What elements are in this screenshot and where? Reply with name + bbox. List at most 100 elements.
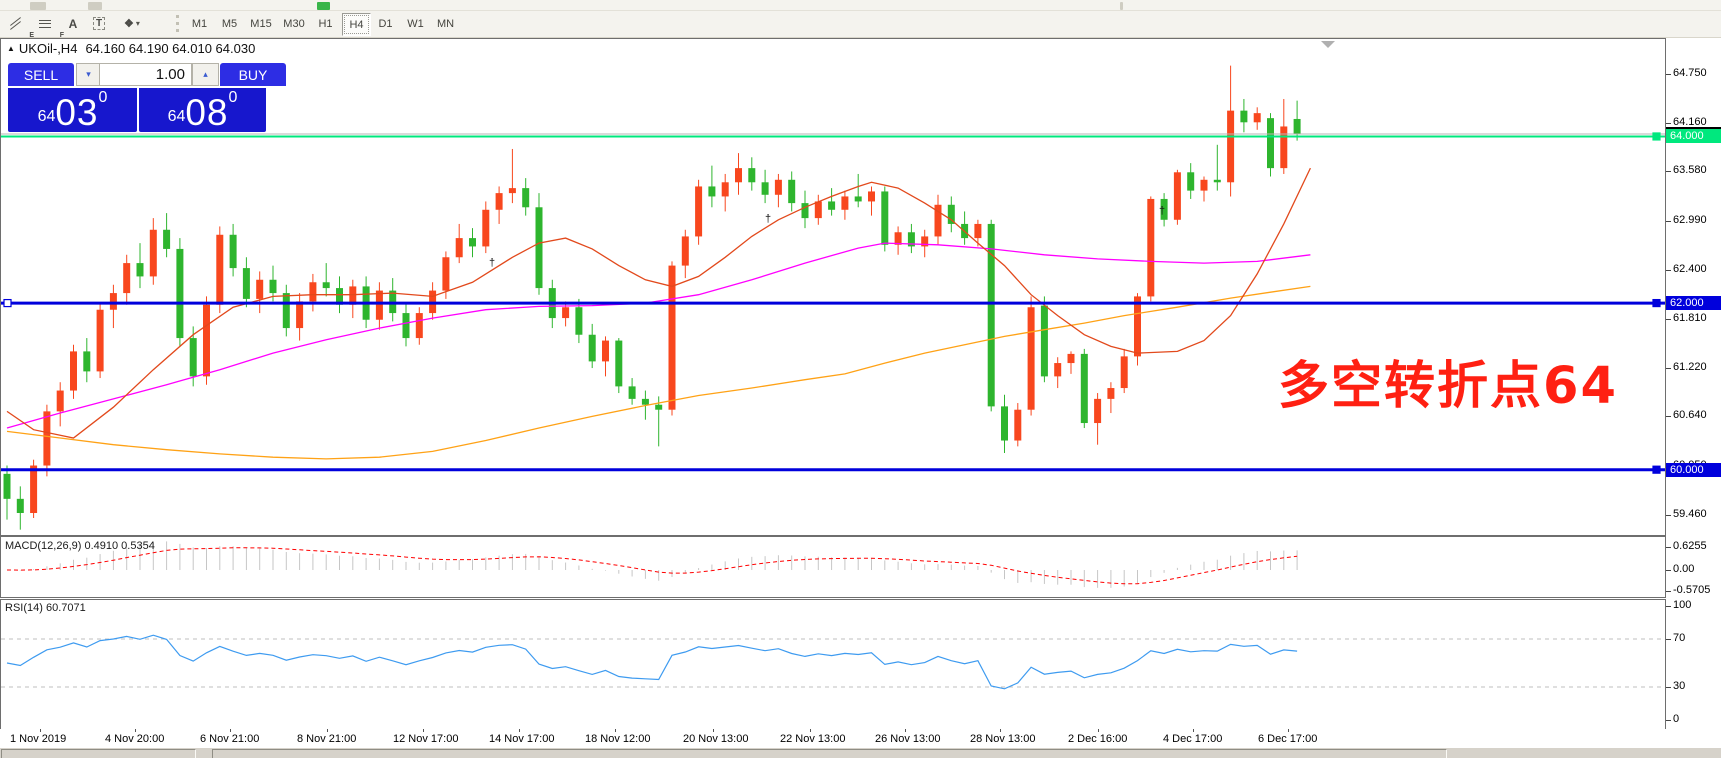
volume-down-button[interactable]: ▾ [76,63,101,86]
candle-body [149,229,157,277]
candle-body [828,201,836,210]
volume-input[interactable]: 1.00 [99,63,192,86]
candle-body [402,313,410,339]
clipped-icon-green [317,2,330,10]
candle-body [1227,110,1235,183]
candle-body [1027,307,1035,410]
collapse-triangle-icon[interactable]: ▲ [7,44,15,53]
macd-panel[interactable] [0,536,1666,598]
rsi-line [6,634,1298,690]
clipped-icon [88,2,102,10]
text-icon[interactable]: T [86,12,112,35]
time-tick-mark [1288,729,1289,732]
price-tick-mark [1666,318,1671,320]
candle-body [535,207,543,289]
candle-body [1120,356,1128,389]
candle-body [375,290,383,320]
time-tick-label: 2 Dec 16:00 [1068,733,1128,745]
hline-handle [1652,465,1661,474]
buy-price-small: 64 [167,108,186,125]
time-tick-mark [135,729,136,732]
timeframe-h4[interactable]: H4 [342,13,371,36]
candle-body [56,390,64,412]
sell-price-panel[interactable]: 64 03 0 [8,88,137,132]
equidistant-channel-icon[interactable]: E [2,12,34,39]
object-anchor-marker: † [765,213,771,225]
time-tick-mark [40,729,41,732]
volume-up-button[interactable]: ▴ [192,63,219,86]
rsi-chart [1,634,1665,690]
candle-body [801,203,809,219]
sell-button-label: SELL [23,66,59,83]
object-anchor-marker: † [1159,205,1165,217]
candle-body [588,334,596,362]
candle-body [83,351,91,372]
candle-body [415,313,423,339]
clipped-icon [30,2,46,10]
candle-body [96,309,104,372]
price-tick-mark [1666,416,1671,418]
candle-body [216,234,224,305]
buy-button[interactable]: BUY [220,63,286,86]
buy-price-panel[interactable]: 64 08 0 [139,88,266,132]
time-tick-mark [327,729,328,732]
candle-body [974,223,982,239]
price-tick-label: 60.640 [1673,409,1707,422]
time-tick-label: 18 Nov 12:00 [585,733,651,745]
timeframe-d1[interactable]: D1 [372,13,399,34]
rsi-panel[interactable] [0,599,1666,730]
time-tick-mark [713,729,714,732]
timeframe-m1[interactable]: M1 [186,13,213,34]
volume-value: 1.00 [155,66,185,83]
candle-body [109,293,117,310]
candle-body [1067,353,1075,364]
arrows-icon[interactable]: ❖ ▾ [114,12,150,35]
level-price-flag: 64.000 [1666,129,1721,144]
time-tick-mark [810,729,811,732]
channel-lines-glyph [9,17,22,30]
sell-button[interactable]: SELL [8,63,74,86]
candle-body [655,404,663,410]
macd-tick-label: 0.6255 [1673,539,1707,552]
candle-body [628,386,636,399]
candle-body [189,338,197,377]
rsi-tick-label: 0 [1673,713,1680,725]
candle-body [1293,118,1301,134]
rsi-tick-label: 70 [1673,632,1686,644]
price-tick-label: 61.810 [1673,311,1707,324]
time-tick-label: 4 Dec 17:00 [1163,733,1223,745]
timeframe-w1[interactable]: W1 [402,13,429,34]
arrows-glyph: ❖ [124,18,134,30]
candle-body [1054,363,1062,377]
time-tick-label: 4 Nov 20:00 [105,733,165,745]
candle-body [1134,296,1141,357]
fibonacci-icon[interactable]: F [32,12,64,39]
candle-body [256,279,264,299]
price-tick-mark [1666,171,1671,173]
candle-body [695,186,703,237]
timeframe-m15[interactable]: M15 [246,13,276,34]
text-label-icon[interactable]: A [60,12,86,35]
candle-body [309,282,317,302]
candle-body [1040,305,1048,377]
candle-body [774,179,782,195]
candle-body [602,340,609,362]
time-tick-label: 12 Nov 17:00 [393,733,459,745]
time-axis[interactable]: 1 Nov 2019 4 Nov 20:00 6 Nov 21:00 8 Nov 21… [0,729,1721,748]
candle-body [1147,198,1155,297]
price-tick-label: 62.990 [1673,213,1707,226]
toolbar-gripper[interactable] [176,15,179,32]
candle-body [16,498,24,514]
rsi-label: RSI(14) 60.7071 [5,602,86,614]
time-tick-mark [1193,729,1194,732]
candle-body [229,234,237,269]
timeframe-mn[interactable]: MN [432,13,459,34]
time-tick-mark [905,729,906,732]
timeframe-m30[interactable]: M30 [279,13,309,34]
hline-handle [3,298,12,308]
timeframe-h1[interactable]: H1 [312,13,339,34]
sell-price-sup: 0 [98,89,108,106]
time-tick-mark [230,729,231,732]
price-tick-label: 61.220 [1673,361,1707,374]
timeframe-m5[interactable]: M5 [216,13,243,34]
